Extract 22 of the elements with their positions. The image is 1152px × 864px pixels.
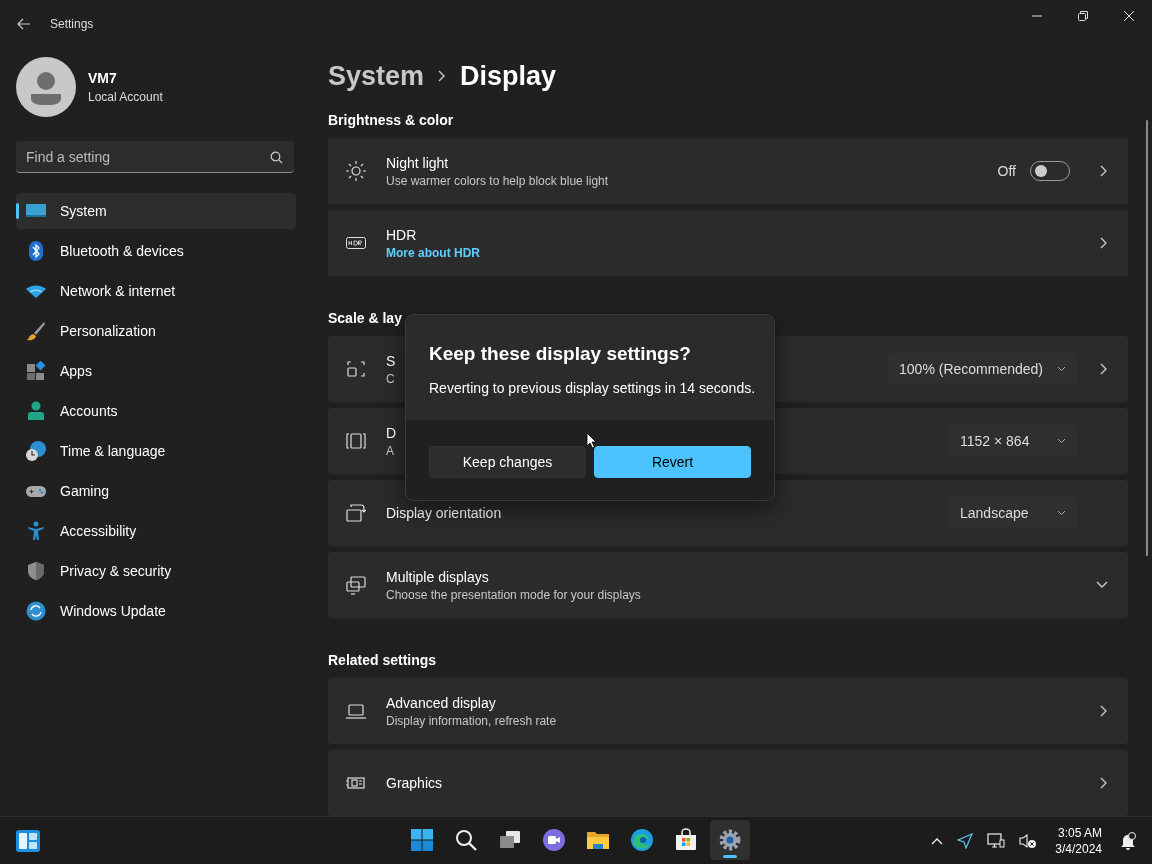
toggle-state: Off: [997, 163, 1016, 179]
setting-title: S: [386, 352, 396, 369]
setting-title: D: [386, 424, 397, 441]
page-title: Display: [460, 60, 557, 92]
setting-title: Display orientation: [386, 505, 502, 521]
account-type: Local Account: [88, 90, 163, 104]
setting-description: Display information, refresh rate: [386, 713, 557, 728]
setting-description: Choose the presentation mode for your displays: [386, 587, 641, 602]
setting-title: HDR: [386, 226, 417, 243]
setting-title: Night light: [386, 154, 449, 171]
section-title: Scale & lay: [328, 310, 403, 326]
account-name: VM7: [88, 70, 118, 86]
setting-title: Multiple displays: [386, 568, 489, 585]
dialog-title: Keep these display settings?: [429, 343, 692, 365]
section-title: Related settings: [328, 652, 438, 668]
setting-description: Use warmer colors to help block blue light: [386, 173, 609, 188]
window-title: Settings: [50, 17, 94, 31]
setting-title: Graphics: [386, 775, 443, 791]
section-title: Brightness & color: [328, 112, 455, 128]
setting-description: A: [386, 443, 394, 458]
setting-description: C: [386, 371, 395, 386]
setting-title: Advanced display: [386, 694, 496, 711]
